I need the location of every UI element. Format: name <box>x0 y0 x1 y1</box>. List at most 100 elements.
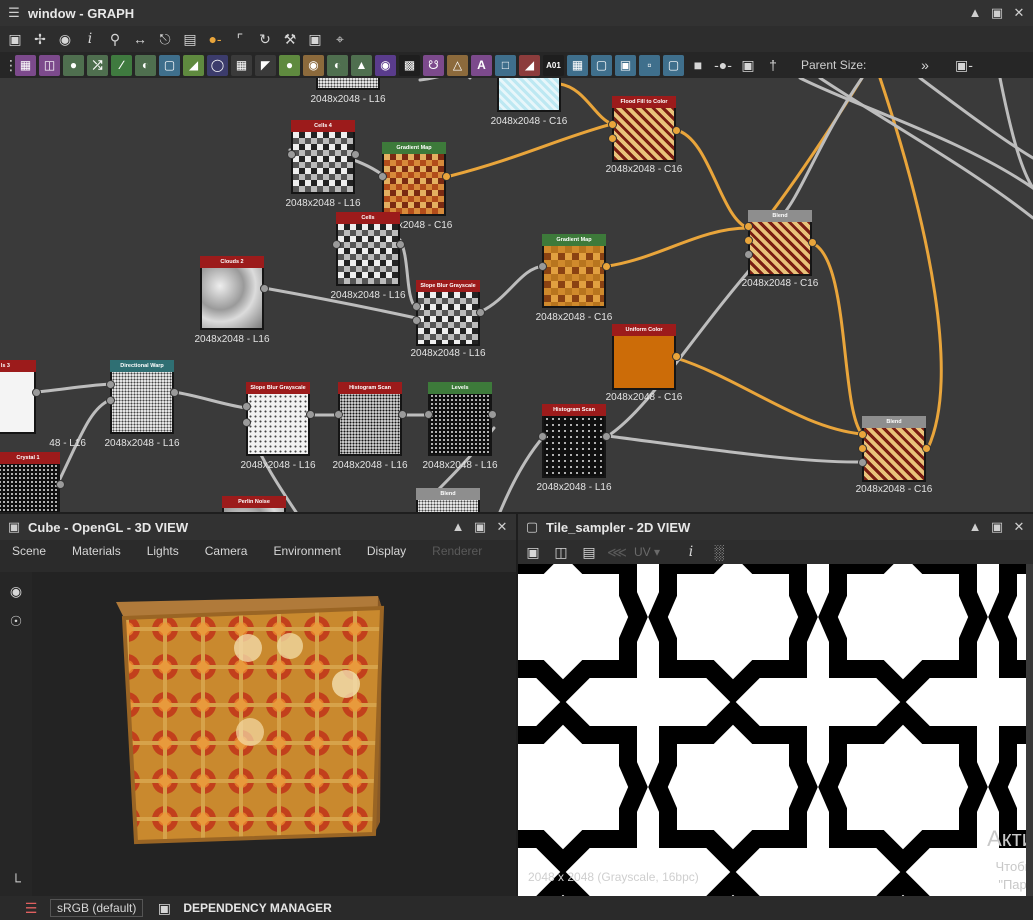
connector-icon[interactable]: ⌜ <box>229 28 251 50</box>
graph-node[interactable]: Cells 4 2048x2048 - L16 <box>285 120 361 209</box>
save-icon[interactable]: ◫ <box>550 541 572 563</box>
menu-scene[interactable]: Scene <box>12 544 46 558</box>
blend-icon[interactable]: ◉ <box>303 54 324 76</box>
stack-icon[interactable]: ▤ <box>179 28 201 50</box>
output-icon[interactable]: ▢ <box>663 54 684 76</box>
svg-node-icon[interactable]: ◫ <box>39 54 60 76</box>
graph-menu-icon[interactable]: ☰ <box>6 5 22 21</box>
hierarchy-icon[interactable]: └ <box>5 870 27 892</box>
menu-display[interactable]: Display <box>367 544 406 558</box>
frame-all-icon[interactable]: ✢ <box>29 28 51 50</box>
histogram-icon[interactable]: ░ <box>708 541 730 563</box>
chevron-right-icon[interactable]: » <box>914 54 936 76</box>
close-icon[interactable]: ✕ <box>1011 5 1027 21</box>
grayscale-icon[interactable]: ● <box>63 54 84 76</box>
tile-icon[interactable]: ▦ <box>231 54 252 76</box>
graph-node[interactable]: ls 3 48 - L16 <box>0 360 86 449</box>
light-bulb-icon[interactable]: ☉ <box>5 610 27 632</box>
input-icon[interactable]: ▣ <box>615 54 636 76</box>
comment-icon[interactable]: ■ <box>687 54 709 76</box>
levels-icon[interactable]: ◐ <box>135 54 156 76</box>
mirror-icon[interactable]: △ <box>447 54 468 76</box>
text-icon[interactable]: A <box>471 54 492 76</box>
pin-icon[interactable]: ▲ <box>450 519 466 535</box>
frame-select-icon[interactable]: ▣ <box>4 28 26 50</box>
graph-node[interactable]: Directional Warp 2048x2048 - L16 <box>104 360 180 449</box>
colorspace-dropdown[interactable]: sRGB (default) <box>50 899 144 917</box>
close-icon[interactable]: ✕ <box>1011 519 1027 535</box>
color-wheel-icon[interactable]: ◉ <box>375 54 396 76</box>
graph-node[interactable]: Histogram Scan 2048x2048 - L16 <box>332 382 408 471</box>
layers-icon[interactable]: ☰ <box>20 897 42 919</box>
camera-icon[interactable]: ◉ <box>54 28 76 50</box>
crop-icon[interactable]: ⌖ <box>329 28 351 50</box>
tile-sampler-icon[interactable]: ▦ <box>567 54 588 76</box>
graph-node[interactable]: Gradient Map 2048x2048 - C16 <box>536 234 612 323</box>
bitmap-node-icon[interactable]: ▦ <box>15 54 36 76</box>
align-icon[interactable]: ↔ <box>129 28 151 50</box>
view2d-scrollbar[interactable] <box>1026 564 1033 896</box>
image-icon[interactable]: ▢ <box>591 54 612 76</box>
pin-icon[interactable]: ▲ <box>967 5 983 21</box>
graph-node[interactable]: Blend <box>416 488 480 512</box>
fill-icon[interactable]: ◤ <box>255 54 276 76</box>
hierarchy-icon[interactable]: ⎋ <box>154 28 176 50</box>
graph-node[interactable]: Clouds 2 2048x2048 - L16 <box>194 256 270 345</box>
graph-node[interactable]: Levels 2048x2048 - L16 <box>422 382 498 471</box>
drag-handle-icon[interactable]: ⋮ <box>4 54 18 76</box>
graph-node[interactable]: 2048x2048 - L16 <box>310 78 386 105</box>
hsl-icon[interactable]: ◐ <box>327 54 348 76</box>
graph-icon[interactable]: ▫ <box>639 54 660 76</box>
view3d-viewport[interactable] <box>32 572 516 896</box>
graph-node[interactable]: Perlin Noise <box>222 496 286 512</box>
normal-icon[interactable]: ● <box>279 54 300 76</box>
parent-size-label[interactable]: Parent Size: <box>801 58 911 72</box>
value-icon[interactable]: A01 <box>543 54 564 76</box>
graph-node[interactable]: Cells 2048x2048 - L16 <box>330 212 406 301</box>
graph-node[interactable]: Crystal 1 <box>0 452 65 512</box>
graph-node[interactable]: Gradient Map 2048x2048 - C16 <box>376 142 452 231</box>
warp-icon[interactable]: ◯ <box>207 54 228 76</box>
menu-lights[interactable]: Lights <box>147 544 179 558</box>
graph-canvas[interactable]: 2048x2048 - L16 2048x2048 - C16 Flood Fi… <box>0 78 1033 512</box>
graph-node[interactable]: Flood Fill to Color 2048x2048 - C16 <box>606 96 682 175</box>
maximize-icon[interactable]: ▣ <box>989 519 1005 535</box>
graph-node[interactable]: Slope Blur Grayscale 2048x2048 - L16 <box>240 382 316 471</box>
info-icon[interactable]: i <box>680 541 702 563</box>
graph-node[interactable]: Blend 2048x2048 - C16 <box>856 416 932 495</box>
info-icon[interactable]: i <box>79 28 101 50</box>
transform-icon[interactable]: ▢ <box>159 54 180 76</box>
link-icon[interactable]: ●- <box>204 28 226 50</box>
dependency-manager-tab[interactable]: DEPENDENCY MANAGER <box>183 901 331 915</box>
refresh-icon[interactable]: ↻ <box>254 28 276 50</box>
maximize-icon[interactable]: ▣ <box>989 5 1005 21</box>
select-box-icon[interactable]: □ <box>495 54 516 76</box>
graph-node[interactable]: Uniform Color 2048x2048 - C16 <box>606 324 682 403</box>
preview-icon[interactable]: ▣ <box>304 28 326 50</box>
maximize-icon[interactable]: ▣ <box>472 519 488 535</box>
frame-icon[interactable]: ▣ <box>737 54 759 76</box>
graph-node[interactable]: 2048x2048 - C16 <box>491 78 567 127</box>
close-icon[interactable]: ✕ <box>494 519 510 535</box>
connector-settings-icon[interactable]: ▣-▣ <box>953 54 975 95</box>
menu-materials[interactable]: Materials <box>72 544 121 558</box>
graph-node[interactable]: Blend 2048x2048 - C16 <box>742 210 818 289</box>
paste-icon[interactable]: ▤ <box>578 541 600 563</box>
camera-icon[interactable]: ◉ <box>5 580 27 602</box>
channel-icon[interactable]: ▩ <box>399 54 420 76</box>
curve-icon[interactable]: ∕ <box>111 54 132 76</box>
paint-icon[interactable]: ◢ <box>519 54 540 76</box>
tools-icon[interactable]: ⚒ <box>279 28 301 50</box>
dot-icon[interactable]: -●- <box>712 54 734 76</box>
uv-dropdown[interactable]: UV ▾ <box>634 545 674 559</box>
pin-icon[interactable]: ▲ <box>967 519 983 535</box>
pixel-processor-icon[interactable]: ☋ <box>423 54 444 76</box>
view2d-viewport[interactable]: 2048 x 2048 (Grayscale, 16bpc) Акти Чтоб… <box>518 564 1026 896</box>
menu-environment[interactable]: Environment <box>273 544 340 558</box>
menu-camera[interactable]: Camera <box>205 544 248 558</box>
pin-tool-icon[interactable]: † <box>762 54 784 76</box>
shuffle-icon[interactable]: ⤮ <box>87 54 108 76</box>
gradient-icon[interactable]: ◢ <box>183 54 204 76</box>
search-icon[interactable]: ⚲ <box>104 28 126 50</box>
graph-node[interactable]: Slope Blur Grayscale 2048x2048 - L16 <box>410 280 486 359</box>
